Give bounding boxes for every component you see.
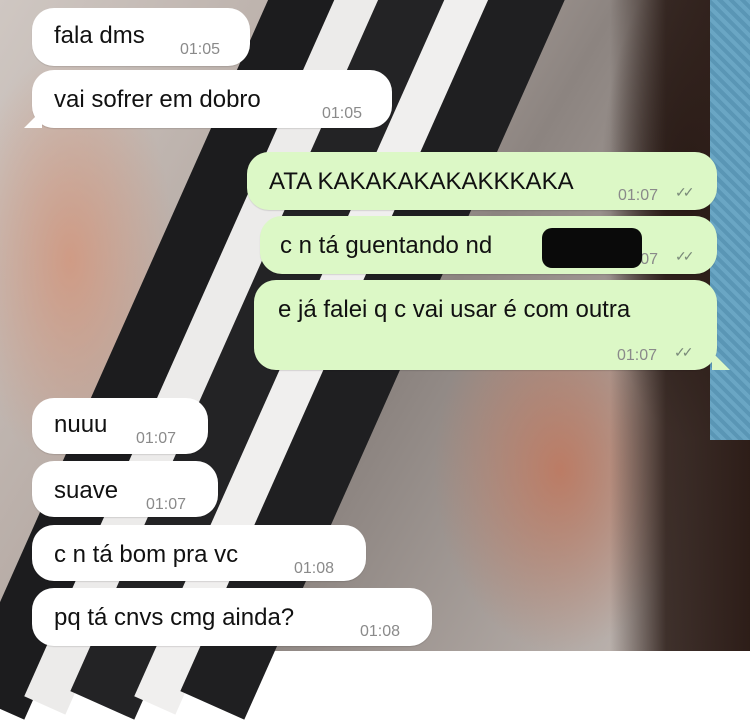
double-check-icon: ✓✓ — [675, 184, 695, 200]
message-bubble-outgoing[interactable]: ATA KAKAKAKAKAKKKAKA 01:07 ✓✓ — [247, 152, 717, 210]
message-bubble-incoming[interactable]: pq tá cnvs cmg ainda? 01:08 — [32, 588, 432, 646]
message-text: ATA KAKAKAKAKAKKKAKA — [269, 168, 574, 195]
message-bubble-incoming[interactable]: vai sofrer em dobro 01:05 — [32, 70, 392, 128]
message-bubble-outgoing[interactable]: e já falei q c vai usar é com outra 01:0… — [254, 280, 717, 370]
message-bubble-incoming[interactable]: c n tá bom pra vc 01:08 — [32, 525, 366, 581]
message-time: 01:05 — [180, 41, 221, 58]
message-time: 01:07 — [617, 347, 658, 364]
message-time: 01:07 — [136, 430, 177, 447]
message-text: suave — [54, 477, 119, 504]
message-text: pq tá cnvs cmg ainda? — [54, 604, 295, 631]
message-time: 01:08 — [294, 560, 335, 577]
redaction-mark — [542, 228, 642, 268]
message-time: 01:07 — [618, 187, 659, 204]
message-text: e já falei q c vai usar é com outra — [278, 296, 631, 323]
message-bubble-incoming[interactable]: fala dms 01:05 — [32, 8, 250, 66]
message-text: c n tá bom pra vc — [54, 541, 239, 568]
towel-edge — [710, 0, 750, 440]
message-bubble-outgoing[interactable]: c n tá guentando nd 01:07 ✓✓ — [260, 216, 717, 274]
message-time: 01:08 — [360, 623, 401, 640]
message-bubble-incoming[interactable]: nuuu 01:07 — [32, 398, 208, 454]
double-check-icon: ✓✓ — [675, 248, 695, 264]
double-check-icon: ✓✓ — [674, 344, 694, 360]
message-bubble-incoming[interactable]: suave 01:07 — [32, 461, 218, 517]
message-text: fala dms — [54, 22, 145, 49]
message-text: vai sofrer em dobro — [54, 86, 261, 113]
message-time: 01:05 — [322, 105, 363, 122]
message-time: 01:07 — [146, 496, 187, 513]
message-text: nuuu — [54, 411, 108, 438]
message-text: c n tá guentando nd — [280, 232, 493, 259]
